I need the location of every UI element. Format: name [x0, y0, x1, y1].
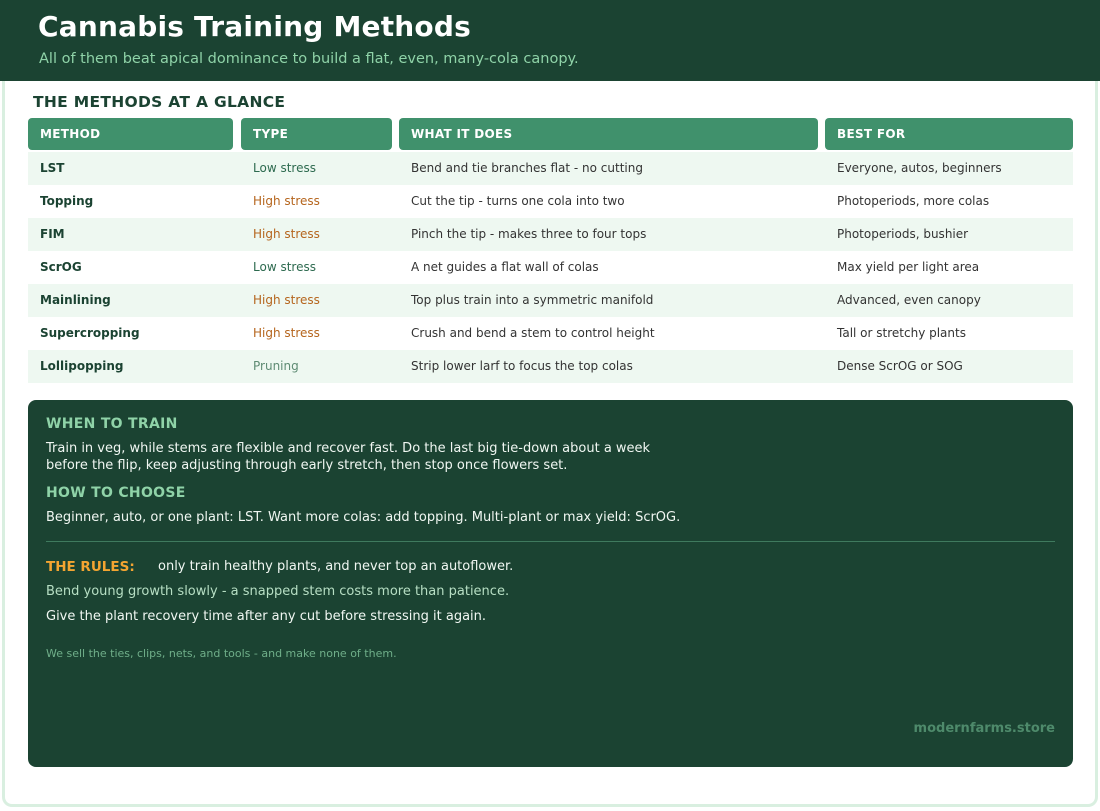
method-type: High stress: [253, 293, 320, 307]
when-to-train-line-1: Train in veg, while stems are flexible a…: [46, 441, 651, 456]
method-type: High stress: [253, 194, 320, 208]
method-description: A net guides a flat wall of colas: [411, 260, 599, 274]
page-subtitle: All of them beat apical dominance to bui…: [39, 51, 579, 67]
column-header-method: METHOD: [28, 118, 233, 150]
column-header-type: TYPE: [241, 118, 392, 150]
table-row: Mainlining High stress Top plus train in…: [28, 284, 1073, 317]
rule-recovery-time: Give the plant recovery time after any c…: [46, 609, 487, 624]
when-to-train-line-2: before the flip, keep adjusting through …: [46, 458, 568, 473]
method-best-for: Dense ScrOG or SOG: [837, 359, 963, 373]
method-type: Low stress: [253, 161, 316, 175]
method-name: Lollipopping: [40, 359, 124, 373]
guidance-panel: WHEN TO TRAIN Train in veg, while stems …: [28, 400, 1073, 767]
method-description: Crush and bend a stem to control height: [411, 326, 655, 340]
page-header: Cannabis Training Methods All of them be…: [0, 0, 1100, 81]
method-description: Cut the tip - turns one cola into two: [411, 194, 625, 208]
table-row: ScrOG Low stress A net guides a flat wal…: [28, 251, 1073, 284]
table-row: Supercropping High stress Crush and bend…: [28, 317, 1073, 350]
method-description: Top plus train into a symmetric manifold: [411, 293, 654, 307]
brand-watermark: modernfarms.store: [913, 721, 1055, 736]
how-to-choose-heading: HOW TO CHOOSE: [46, 485, 186, 501]
method-description: Bend and tie branches flat - no cutting: [411, 161, 643, 175]
rule-bend-slowly: Bend young growth slowly - a snapped ste…: [46, 584, 510, 599]
page-title: Cannabis Training Methods: [38, 10, 471, 43]
method-type: Low stress: [253, 260, 316, 274]
methods-table: LST Low stress Bend and tie branches fla…: [28, 152, 1073, 383]
method-type: High stress: [253, 326, 320, 340]
method-best-for: Advanced, even canopy: [837, 293, 981, 307]
method-best-for: Tall or stretchy plants: [837, 326, 966, 340]
method-best-for: Max yield per light area: [837, 260, 980, 274]
method-description: Pinch the tip - makes three to four tops: [411, 227, 647, 241]
rules-label: THE RULES:: [46, 559, 135, 575]
rules-text: only train healthy plants, and never top…: [158, 559, 514, 574]
panel-divider: [46, 541, 1055, 542]
how-to-choose-text: Beginner, auto, or one plant: LST. Want …: [46, 510, 681, 525]
column-header-what-it-does: WHAT IT DOES: [399, 118, 818, 150]
when-to-train-heading: WHEN TO TRAIN: [46, 416, 178, 432]
methods-heading: THE METHODS AT A GLANCE: [33, 93, 286, 111]
method-description: Strip lower larf to focus the top colas: [411, 359, 633, 373]
method-name: LST: [40, 161, 65, 175]
method-name: Topping: [40, 194, 94, 208]
method-name: Mainlining: [40, 293, 111, 307]
method-best-for: Photoperiods, bushier: [837, 227, 969, 241]
method-best-for: Photoperiods, more colas: [837, 194, 990, 208]
table-row: Lollipopping Pruning Strip lower larf to…: [28, 350, 1073, 383]
method-best-for: Everyone, autos, beginners: [837, 161, 1002, 175]
method-type: High stress: [253, 227, 320, 241]
column-header-best-for: BEST FOR: [825, 118, 1073, 150]
table-row: Topping High stress Cut the tip - turns …: [28, 185, 1073, 218]
method-name: FIM: [40, 227, 65, 241]
method-name: Supercropping: [40, 326, 140, 340]
method-type: Pruning: [253, 359, 299, 373]
table-row: LST Low stress Bend and tie branches fla…: [28, 152, 1073, 185]
method-name: ScrOG: [40, 260, 82, 274]
footer-note: We sell the ties, clips, nets, and tools…: [46, 647, 397, 660]
table-row: FIM High stress Pinch the tip - makes th…: [28, 218, 1073, 251]
